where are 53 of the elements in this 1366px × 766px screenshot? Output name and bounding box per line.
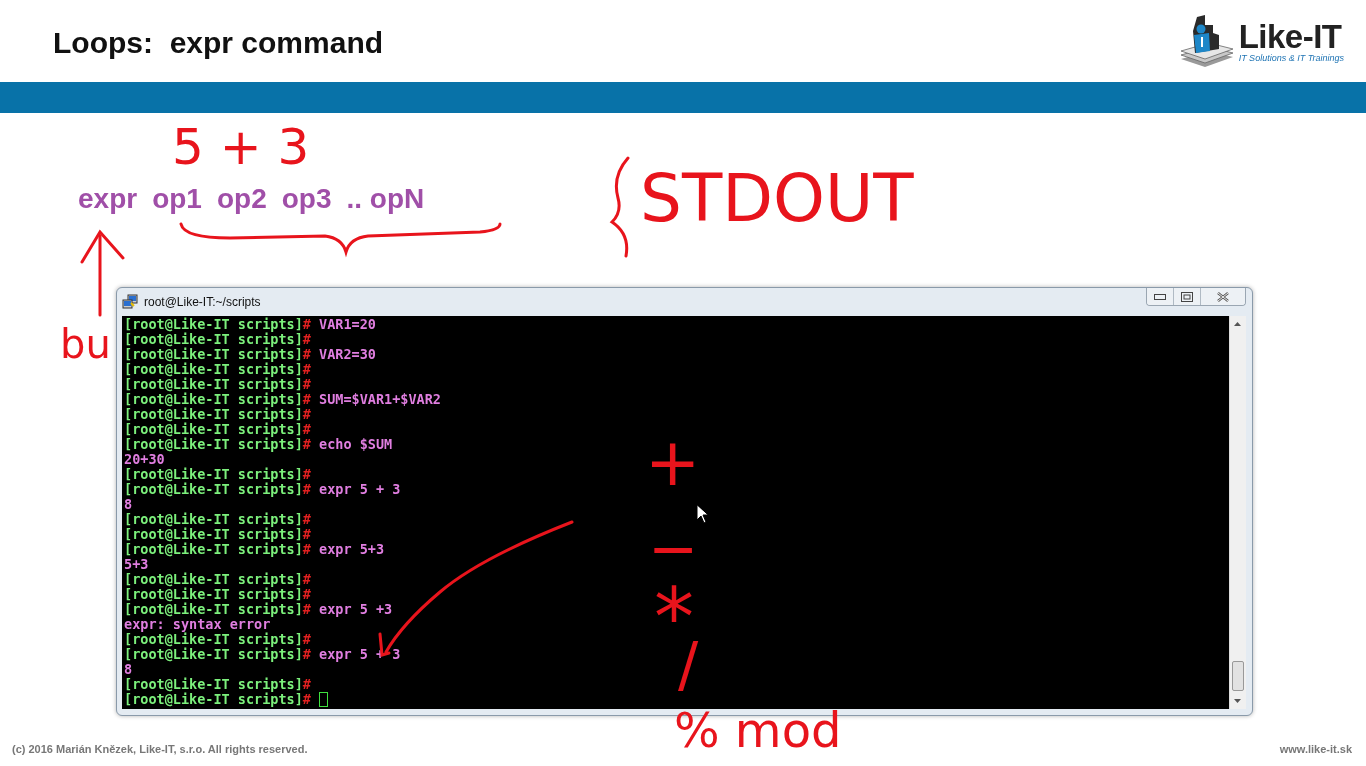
website-link[interactable]: www.like-it.sk: [1279, 743, 1352, 755]
terminal-line: [root@Like-IT scripts]# expr 5 +3: [124, 602, 393, 617]
logo-tagline: IT Solutions & IT Trainings: [1238, 52, 1344, 63]
handwritten-note: +: [645, 432, 701, 495]
terminal-line: [root@Like-IT scripts]#: [124, 587, 311, 602]
logo-name: Like-IT: [1238, 19, 1342, 53]
terminal-line: [root@Like-IT scripts]# echo $SUM: [124, 437, 393, 452]
handwritten-note: % mod: [674, 708, 842, 754]
terminal-line: [root@Like-IT scripts]#: [124, 362, 311, 377]
window-title: root@Like-IT:~/scripts: [144, 295, 262, 309]
syntax-token: .. opN: [346, 183, 425, 216]
terminal-line: expr: syntax error: [124, 617, 271, 632]
close-icon: [1217, 291, 1229, 302]
terminal-line: [root@Like-IT scripts]# expr 5 + 3: [124, 482, 401, 497]
copyright-text: (c) 2016 Marián Knězek, Like-IT, s.r.o. All rights reserved.: [12, 743, 308, 755]
mouse-pointer-icon: [696, 504, 709, 524]
terminal-line: [root@Like-IT scripts]# SUM=$VAR1+$VAR2: [124, 392, 441, 407]
syntax-token: op2: [216, 183, 267, 216]
terminal-app-icon: [122, 294, 138, 310]
terminal-line: 20+30: [124, 452, 165, 467]
terminal-line: [root@Like-IT scripts]#: [124, 632, 311, 647]
terminal-line: [root@Like-IT scripts]#: [124, 512, 311, 527]
terminal-line: [root@Like-IT scripts]#: [124, 527, 311, 542]
scrollbar[interactable]: [1229, 316, 1246, 709]
slide-title: Loops: expr command: [53, 25, 384, 60]
handwritten-note: STDOUT: [640, 168, 914, 231]
terminal-line: 5+3: [124, 557, 149, 572]
terminal-line: [root@Like-IT scripts]#: [124, 377, 311, 392]
syntax-token: op1: [152, 183, 202, 216]
handwritten-note: bu: [60, 325, 111, 363]
minimize-icon: [1154, 293, 1166, 300]
terminal-line: [root@Like-IT scripts]# expr 5+3: [124, 542, 385, 557]
handwritten-note: −: [648, 520, 699, 577]
close-button[interactable]: [1200, 288, 1245, 305]
handwritten-note: 5 + 3: [172, 124, 310, 172]
maximize-icon: [1181, 291, 1193, 302]
scrollbar-thumb[interactable]: [1232, 661, 1244, 691]
terminal-line: [root@Like-IT scripts]#: [124, 572, 311, 587]
syntax-token: op3: [281, 183, 332, 216]
terminal-line: [root@Like-IT scripts]#: [124, 407, 311, 422]
syntax-token: expr: [78, 183, 138, 216]
terminal-line: 8: [124, 497, 133, 512]
minimize-button[interactable]: [1147, 288, 1173, 305]
terminal-line: [root@Like-IT scripts]#: [124, 677, 311, 692]
maximize-button[interactable]: [1173, 288, 1200, 305]
terminal-line: [root@Like-IT scripts]#: [124, 692, 329, 707]
terminal-line: [root@Like-IT scripts]#: [124, 422, 311, 437]
terminal-line: [root@Like-IT scripts]# VAR1=20: [124, 317, 376, 332]
terminal-line: [root@Like-IT scripts]# VAR2=30: [124, 347, 376, 362]
terminal-line: 8: [124, 662, 133, 677]
terminal-line: [root@Like-IT scripts]#: [124, 467, 311, 482]
terminal-line: [root@Like-IT scripts]#: [124, 332, 311, 347]
logo-icon: [1178, 13, 1235, 69]
